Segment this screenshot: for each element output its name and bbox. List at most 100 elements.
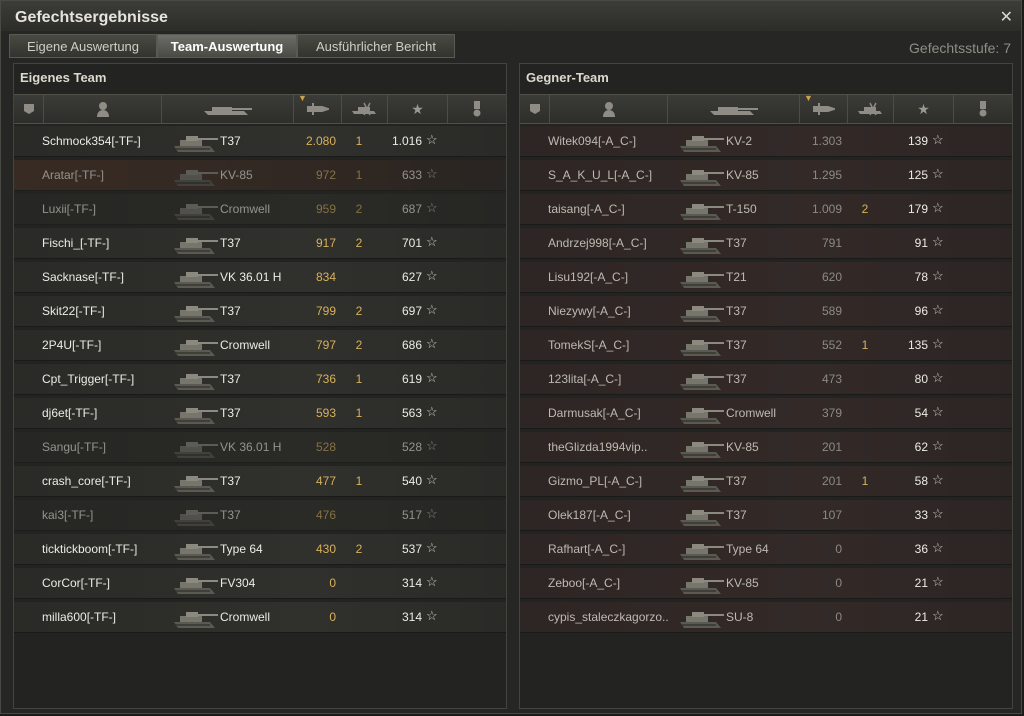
player-icon[interactable] (44, 95, 162, 123)
table-row[interactable]: kai3[-TF-] T37 476 517 ☆ (14, 500, 506, 531)
tank-icon (170, 604, 220, 631)
tank-icon (676, 536, 726, 563)
table-row[interactable]: theGlizda1994vip.. KV-85 201 62 ☆ (520, 432, 1012, 463)
table-row[interactable]: Sangu[-TF-] VK 36.01 H 528 528 ☆ (14, 432, 506, 463)
table-row[interactable]: Luxii[-TF-] Cromwell 959 2 687 ☆ (14, 194, 506, 225)
star-icon: ☆ (426, 404, 438, 419)
table-row[interactable]: taisang[-A_C-] T-150 1.009 2 179 ☆ (520, 194, 1012, 225)
kills-icon[interactable] (848, 95, 894, 123)
table-row[interactable]: ticktickboom[-TF-] Type 64 430 2 537 ☆ (14, 534, 506, 565)
table-row[interactable]: Darmusak[-A_C-] Cromwell 379 54 ☆ (520, 398, 1012, 429)
damage-icon[interactable]: ▼ (800, 93, 848, 123)
kills-value: 1 (355, 134, 363, 148)
squad-icon[interactable] (520, 95, 550, 123)
experience-value: 62 (914, 440, 928, 454)
table-row[interactable]: cypis_staleczkagorzo.. SU-8 0 21 ☆ (520, 602, 1012, 633)
star-icon: ☆ (426, 166, 438, 181)
experience-value: 96 (914, 304, 928, 318)
experience-value: 21 (914, 576, 928, 590)
star-icon: ☆ (426, 574, 438, 589)
window-title: Gefechtsergebnisse (15, 9, 168, 26)
table-row[interactable]: Aratar[-TF-] KV-85 972 1 633 ☆ (14, 160, 506, 191)
tank-icon (676, 434, 726, 461)
tank-icon (676, 162, 726, 189)
star-icon: ☆ (932, 574, 944, 589)
table-row[interactable]: Zeboo[-A_C-] KV-85 0 21 ☆ (520, 568, 1012, 599)
tank-icon (170, 434, 220, 461)
damage-value: 799 (315, 304, 336, 318)
damage-value: 477 (315, 474, 336, 488)
player-name: ticktickboom[-TF-] (42, 542, 138, 556)
close-icon[interactable]: ✕ (1000, 7, 1013, 27)
damage-value: 0 (329, 610, 336, 624)
table-row[interactable]: Fischi_[-TF-] T37 917 2 701 ☆ (14, 228, 506, 259)
table-row[interactable]: Andrzej998[-A_C-] T37 791 91 ☆ (520, 228, 1012, 259)
experience-value: 314 (401, 610, 422, 624)
player-name: Luxii[-TF-] (42, 202, 96, 216)
table-row[interactable]: Lisu192[-A_C-] T21 620 78 ☆ (520, 262, 1012, 293)
experience-value: 36 (914, 542, 928, 556)
kills-icon[interactable] (342, 95, 388, 123)
damage-value: 2.080 (305, 134, 336, 148)
experience-value: 686 (401, 338, 422, 352)
star-icon: ☆ (932, 166, 944, 181)
tab-eigene-auswertung[interactable]: Eigene Auswertung (9, 34, 157, 58)
player-name: Rafhart[-A_C-] (548, 542, 626, 556)
star-icon: ☆ (426, 608, 438, 623)
experience-value: 314 (401, 576, 422, 590)
table-row[interactable]: milla600[-TF-] Cromwell 0 314 ☆ (14, 602, 506, 633)
damage-value: 791 (821, 236, 842, 250)
tank-icon[interactable] (668, 95, 800, 123)
star-icon: ☆ (426, 336, 438, 351)
own-team-column-header: ▼ ★ (14, 93, 506, 124)
table-row[interactable]: crash_core[-TF-] T37 477 1 540 ☆ (14, 466, 506, 497)
star-icon: ☆ (426, 132, 438, 147)
table-row[interactable]: 123lita[-A_C-] T37 473 80 ☆ (520, 364, 1012, 395)
table-row[interactable]: Sacknase[-TF-] VK 36.01 H 834 627 ☆ (14, 262, 506, 293)
tank-icon (170, 264, 220, 291)
tank-icon (170, 196, 220, 223)
table-row[interactable]: Cpt_Trigger[-TF-] T37 736 1 619 ☆ (14, 364, 506, 395)
star-icon: ☆ (932, 370, 944, 385)
enemy-team-title: Gegner-Team (526, 70, 609, 85)
experience-star-icon[interactable]: ★ (388, 95, 448, 123)
table-row[interactable]: Gizmo_PL[-A_C-] T37 201 1 58 ☆ (520, 466, 1012, 497)
damage-value: 0 (835, 576, 842, 590)
tab-team-auswertung[interactable]: Team-Auswertung (157, 34, 297, 58)
table-row[interactable]: S_A_K_U_L[-A_C-] KV-85 1.295 125 ☆ (520, 160, 1012, 191)
damage-value: 736 (315, 372, 336, 386)
medal-icon[interactable] (954, 95, 1012, 123)
table-row[interactable]: Skit22[-TF-] T37 799 2 697 ☆ (14, 296, 506, 327)
player-name: Zeboo[-A_C-] (548, 576, 621, 590)
medal-icon[interactable] (448, 95, 506, 123)
enemy-team-panel: Gegner-Team ▼ ★ Witek094[-A_C-] KV-2 1.3… (519, 63, 1013, 709)
player-icon[interactable] (550, 95, 668, 123)
battle-results-window: Gefechtsergebnisse ✕ Eigene Auswertung T… (0, 0, 1022, 714)
tank-icon[interactable] (162, 95, 294, 123)
tank-icon (170, 400, 220, 427)
table-row[interactable]: CorCor[-TF-] FV304 0 314 ☆ (14, 568, 506, 599)
table-row[interactable]: Olek187[-A_C-] T37 107 33 ☆ (520, 500, 1012, 531)
kills-value: 2 (355, 304, 363, 318)
tank-icon (170, 536, 220, 563)
player-name: S_A_K_U_L[-A_C-] (548, 168, 653, 182)
tab-ausfuehrlicher-bericht[interactable]: Ausführlicher Bericht (297, 34, 455, 58)
table-row[interactable]: Niezywy[-A_C-] T37 589 96 ☆ (520, 296, 1012, 327)
star-icon: ☆ (932, 132, 944, 147)
experience-value: 687 (401, 202, 422, 216)
table-row[interactable]: Schmock354[-TF-] T37 2.080 1 1.016 ☆ (14, 126, 506, 157)
experience-value: 125 (907, 168, 928, 182)
tank-icon (676, 128, 726, 155)
tank-icon (676, 298, 726, 325)
damage-icon[interactable]: ▼ (294, 93, 342, 123)
table-row[interactable]: TomekS[-A_C-] T37 552 1 135 ☆ (520, 330, 1012, 361)
tank-icon (676, 230, 726, 257)
squad-icon[interactable] (14, 95, 44, 123)
table-row[interactable]: Witek094[-A_C-] KV-2 1.303 139 ☆ (520, 126, 1012, 157)
experience-star-icon[interactable]: ★ (894, 95, 954, 123)
tank-icon (170, 468, 220, 495)
damage-value: 834 (315, 270, 336, 284)
table-row[interactable]: Rafhart[-A_C-] Type 64 0 36 ☆ (520, 534, 1012, 565)
table-row[interactable]: dj6et[-TF-] T37 593 1 563 ☆ (14, 398, 506, 429)
table-row[interactable]: 2P4U[-TF-] Cromwell 797 2 686 ☆ (14, 330, 506, 361)
